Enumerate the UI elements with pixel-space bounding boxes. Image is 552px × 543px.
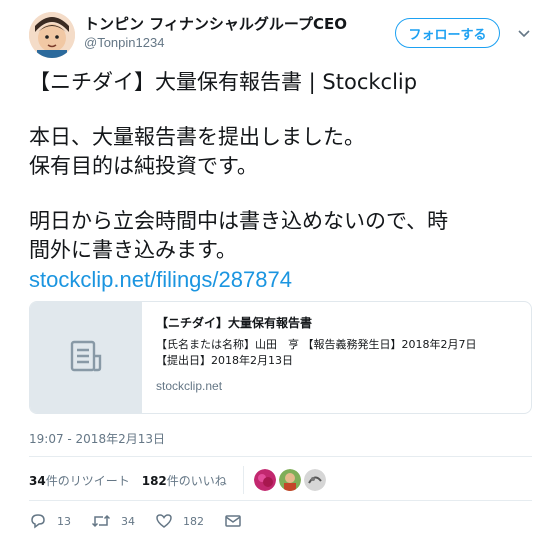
- divider: [29, 500, 532, 501]
- retweet-stat-label: 件のリツイート: [45, 473, 130, 488]
- user-handle[interactable]: @Tonpin1234: [84, 35, 164, 50]
- liker-avatar[interactable]: [303, 469, 326, 491]
- card-description: 【提出日】2018年2月13日: [156, 354, 293, 367]
- tweet-line: 保有目的は純投資です。: [29, 154, 258, 178]
- link-card[interactable]: 【ニチダイ】大量保有報告書 【氏名または名称】山田 亨 【報告義務発生日】201…: [29, 301, 532, 414]
- reply-count: 13: [57, 514, 71, 528]
- direct-message-button[interactable]: [224, 512, 252, 530]
- like-stat-label: 件のいいね: [166, 473, 227, 488]
- tweet-line: 明日から立会時間中は書き込めないので、時: [29, 209, 449, 233]
- retweet-stat-count: 34: [29, 473, 46, 488]
- follow-button[interactable]: フォローする: [395, 18, 500, 48]
- reply-button[interactable]: 13: [29, 512, 71, 530]
- tweet-actions: 13 34 182: [29, 512, 272, 530]
- tweet-line: 【ニチダイ】大量保有報告書 | Stockclip: [29, 70, 418, 94]
- liker-avatar[interactable]: [278, 469, 301, 491]
- liker-avatar[interactable]: [253, 469, 276, 491]
- heart-icon: [156, 514, 172, 528]
- like-stat-count: 182: [141, 473, 167, 488]
- card-title: 【ニチダイ】大量保有報告書: [156, 316, 313, 330]
- card-description: 【氏名または名称】山田 亨 【報告義務発生日】2018年2月7日: [156, 338, 477, 351]
- retweet-icon: [91, 514, 111, 528]
- tweet-line: 本日、大量報告書を提出しました。: [29, 125, 365, 149]
- document-icon: [70, 340, 102, 372]
- tweet-line: 間外に書き込みます。: [29, 238, 237, 262]
- card-thumbnail: [30, 302, 142, 413]
- retweet-stat[interactable]: 34件のリツイート: [29, 472, 130, 489]
- chevron-down-icon[interactable]: [515, 24, 533, 42]
- divider: [29, 456, 532, 457]
- like-button[interactable]: 182: [155, 512, 204, 530]
- tweet-timestamp[interactable]: 19:07 - 2018年2月13日: [29, 430, 165, 447]
- like-count: 182: [183, 514, 204, 528]
- stats-separator: [242, 466, 244, 494]
- tweet-link[interactable]: stockclip.net/filings/287874: [29, 265, 534, 294]
- card-body: 【ニチダイ】大量保有報告書 【氏名または名称】山田 亨 【報告義務発生日】201…: [142, 302, 531, 413]
- like-stat[interactable]: 182件のいいね: [142, 472, 227, 489]
- envelope-icon: [225, 515, 241, 527]
- user-avatar[interactable]: [29, 12, 75, 58]
- retweet-count: 34: [121, 514, 135, 528]
- retweet-button[interactable]: 34: [91, 512, 135, 530]
- engagement-stats: 34件のリツイート 182件のいいね: [29, 466, 329, 494]
- display-name[interactable]: トンピン フィナンシャルグループCEO: [84, 13, 347, 34]
- tweet-text: 【ニチダイ】大量保有報告書 | Stockclip 本日、大量報告書を提出しまし…: [29, 68, 534, 294]
- reply-icon: [31, 514, 45, 529]
- tweet-header: トンピン フィナンシャルグループCEO @Tonpin1234 フォローする: [0, 0, 552, 64]
- card-domain: stockclip.net: [156, 379, 223, 393]
